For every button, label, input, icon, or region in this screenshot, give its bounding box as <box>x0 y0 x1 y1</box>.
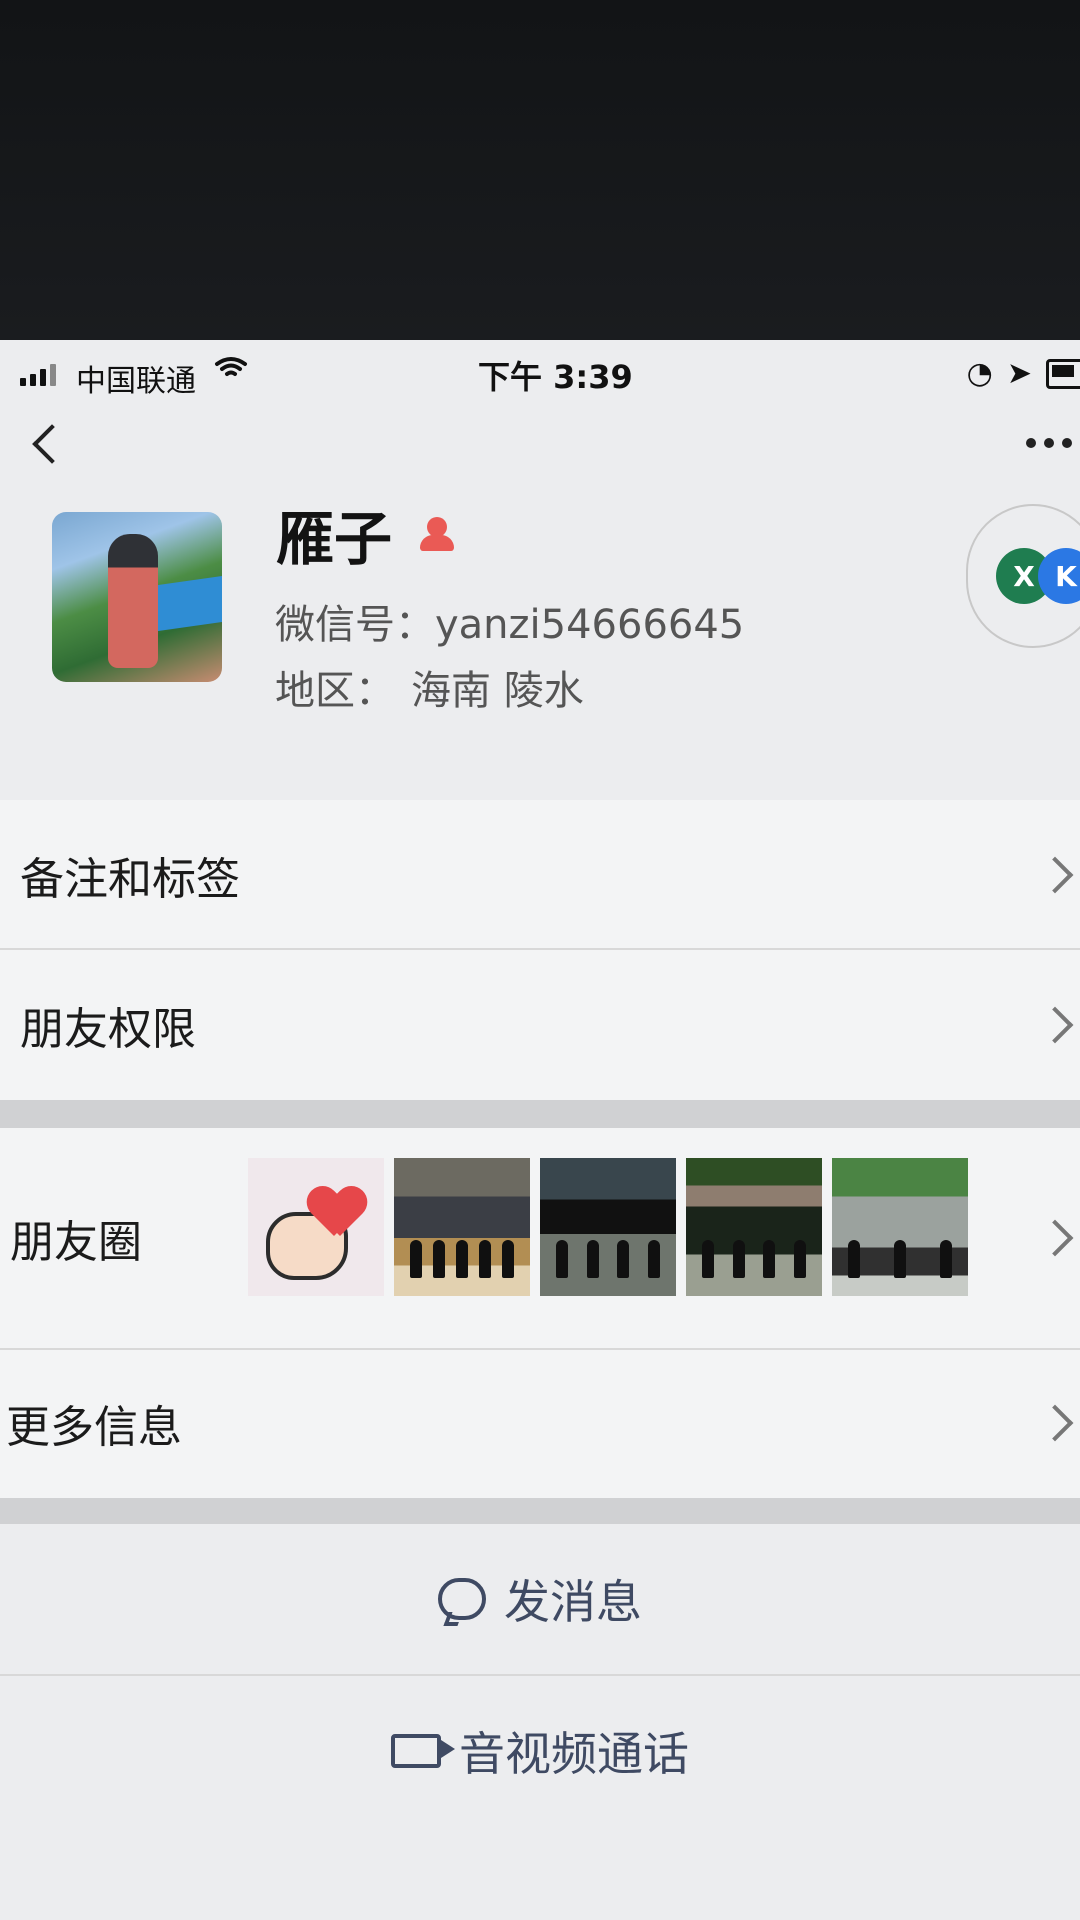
status-bar: 中国联通 下午 3:39 ◔ ➤ <box>0 340 1080 410</box>
wechat-id-label: 微信号： <box>275 602 435 648</box>
profile-header: 雁子 微信号：yanzi54666645 地区： 海南 陵水 X K <box>0 480 1080 740</box>
row-more-info-label: 更多信息 <box>6 1402 182 1453</box>
more-icon[interactable] <box>1026 438 1072 448</box>
row-moments[interactable]: 朋友圈 <box>0 1128 1080 1348</box>
row-moments-label: 朋友圈 <box>10 1217 142 1268</box>
moments-thumbnails <box>248 1158 968 1296</box>
row-permissions-label: 朋友权限 <box>20 1004 196 1055</box>
status-right-icons: ◔ ➤ <box>967 356 1080 391</box>
section-separator <box>0 1498 1080 1524</box>
phone-screen: 中国联通 下午 3:39 ◔ ➤ 雁子 微信号：yanzi54666645 地区… <box>0 340 1080 1920</box>
moments-thumbnail-park <box>832 1158 968 1296</box>
wechat-id: 微信号：yanzi54666645 <box>275 592 744 650</box>
dark-surroundings <box>0 0 1080 340</box>
send-message-button[interactable]: 发消息 <box>0 1524 1080 1674</box>
row-notes-tags-label: 备注和标签 <box>20 854 240 905</box>
region-value: 海南 陵水 <box>411 668 584 714</box>
status-time: 下午 3:39 <box>478 358 633 396</box>
section-separator <box>0 1100 1080 1128</box>
location-icon: ➤ <box>1006 356 1032 391</box>
avatar[interactable] <box>52 512 222 682</box>
signal-icon <box>20 364 56 386</box>
avatar-person <box>108 534 158 668</box>
profile-name: 雁子 <box>276 505 393 573</box>
chevron-right-icon <box>1036 1404 1074 1442</box>
moments-thumbnail-children <box>686 1158 822 1296</box>
moments-thumbnail-group <box>540 1158 676 1296</box>
moments-thumbnail-dinner <box>394 1158 530 1296</box>
video-call-icon <box>391 1734 455 1768</box>
back-icon[interactable] <box>32 424 72 464</box>
badge-right: K <box>1038 548 1080 604</box>
wechat-id-value: yanzi54666645 <box>435 602 745 648</box>
carrier-name: 中国联通 <box>76 364 196 399</box>
video-call-button[interactable]: 音视频通话 <box>0 1676 1080 1826</box>
region-label: 地区： <box>275 668 395 714</box>
wifi-icon <box>214 354 248 389</box>
name-row: 雁子 <box>276 492 458 576</box>
chevron-right-icon <box>1036 1219 1074 1257</box>
video-call-label: 音视频通话 <box>459 1727 689 1781</box>
row-notes-tags[interactable]: 备注和标签 <box>0 800 1080 950</box>
top-settings-section: 备注和标签 朋友权限 <box>0 800 1080 1100</box>
send-message-label: 发消息 <box>504 1575 642 1629</box>
chat-bubble-icon <box>438 1578 486 1620</box>
battery-icon <box>1046 358 1080 389</box>
moments-thumbnail-heart <box>248 1158 384 1296</box>
female-icon <box>416 513 458 555</box>
top-right-badge[interactable]: X K <box>966 504 1080 648</box>
chevron-right-icon <box>1036 1006 1074 1044</box>
rotation-lock-icon: ◔ <box>966 356 993 391</box>
middle-settings-section: 朋友圈 更多信息 <box>0 1128 1080 1498</box>
chevron-right-icon <box>1036 856 1074 894</box>
region: 地区： 海南 陵水 <box>275 658 584 716</box>
row-permissions[interactable]: 朋友权限 <box>0 950 1080 1100</box>
row-more-info[interactable]: 更多信息 <box>0 1348 1080 1498</box>
